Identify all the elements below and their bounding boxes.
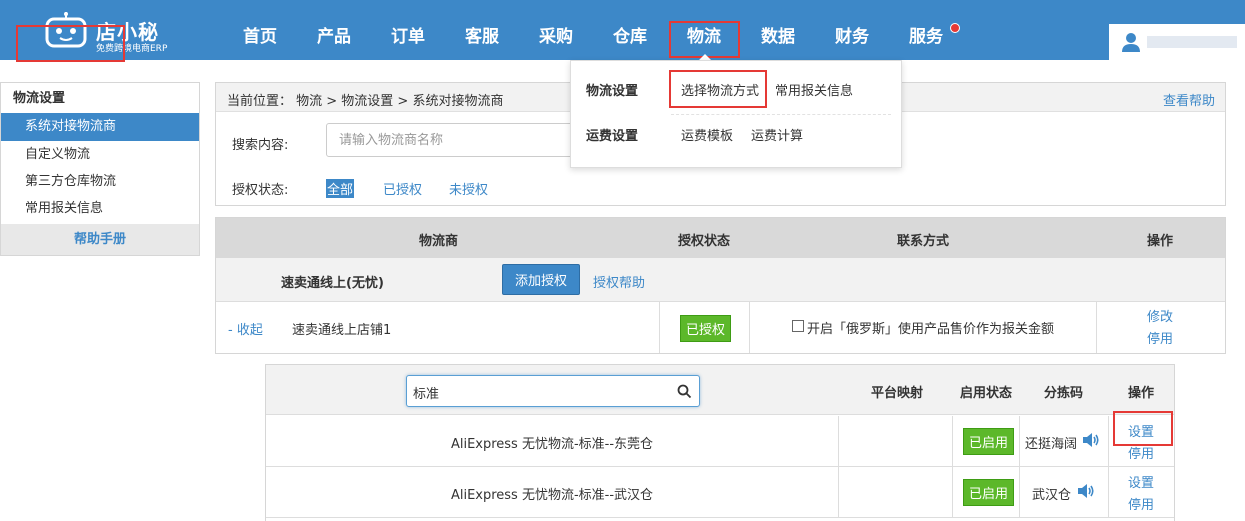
nav-purchasing[interactable]: 采购 xyxy=(519,22,593,47)
divider xyxy=(952,416,953,467)
enabled-badge: 已启用 xyxy=(963,428,1015,455)
carrier-row: 速卖通线上(无忧) 添加授权 授权帮助 xyxy=(216,258,1225,302)
service-search-box[interactable] xyxy=(406,375,700,407)
divider xyxy=(749,302,750,353)
add-authorization-button[interactable]: 添加授权 xyxy=(502,264,580,295)
dropdown-heading-shipping-fee: 运费设置 xyxy=(586,129,639,144)
divider xyxy=(1019,416,1020,467)
carrier-table-header: 物流商 授权状态 联系方式 操作 xyxy=(216,218,1225,258)
service-disable-link[interactable]: 停用 xyxy=(1128,494,1154,513)
speaker-icon[interactable] xyxy=(1076,481,1096,501)
service-name: AliExpress 无忧物流-标准--武汉仓 xyxy=(450,488,654,503)
nav-finance[interactable]: 财务 xyxy=(815,22,889,47)
store-row: - 收起 速卖通线上店铺1 已授权 开启「俄罗斯」使用产品售价作为报关金额 修改… xyxy=(216,302,1225,353)
nav-customer-service[interactable]: 客服 xyxy=(445,22,519,47)
table-row: AliExpress 无忧物流-标准--武汉仓 已启用 武汉仓 设置 停用 xyxy=(266,467,1174,518)
authorized-badge: 已授权 xyxy=(680,315,732,342)
disable-store-link[interactable]: 停用 xyxy=(1147,328,1173,347)
sort-code: 武汉仓 xyxy=(1032,488,1072,503)
divider xyxy=(1096,302,1097,353)
search-icon[interactable] xyxy=(677,384,692,399)
search-label: 搜索内容: xyxy=(232,138,289,153)
collapse-toggle[interactable]: - 收起 xyxy=(228,319,263,338)
nav-warehouse[interactable]: 仓库 xyxy=(593,22,667,47)
store-name: 速卖通线上店铺1 xyxy=(292,323,392,338)
col-platform-mapping: 平台映射 xyxy=(871,386,924,401)
col-contact: 联系方式 xyxy=(897,234,950,249)
service-table-header: 平台映射 启用状态 分拣码 操作 xyxy=(266,365,1174,415)
nav-data[interactable]: 数据 xyxy=(741,22,815,47)
menu-item-customs-info[interactable]: 常用报关信息 xyxy=(775,80,853,99)
user-menu[interactable] xyxy=(1109,24,1245,60)
divider xyxy=(1108,416,1109,467)
auth-filter-all[interactable]: 全部 xyxy=(326,179,355,198)
divider xyxy=(1108,467,1109,518)
russia-customs-label: 开启「俄罗斯」使用产品售价作为报关金额 xyxy=(807,322,1055,337)
enabled-badge: 已启用 xyxy=(963,479,1015,506)
sidebar-item-custom-logistics[interactable]: 自定义物流 xyxy=(1,141,199,169)
authorization-help-link[interactable]: 授权帮助 xyxy=(593,272,645,291)
menu-item-highlight xyxy=(669,70,767,108)
carrier-search-input[interactable] xyxy=(326,123,586,157)
sidebar-item-customs-info[interactable]: 常用报关信息 xyxy=(1,195,199,223)
service-search-input[interactable] xyxy=(413,382,673,402)
divider xyxy=(838,467,839,518)
speaker-icon[interactable] xyxy=(1081,430,1101,450)
edit-store-link[interactable]: 修改 xyxy=(1147,306,1173,325)
breadcrumb: 当前位置： 物流 > 物流设置 > 系统对接物流商 xyxy=(227,94,504,109)
settings-highlight xyxy=(1113,411,1173,446)
sort-code: 还挺海阔 xyxy=(1025,437,1078,452)
dropdown-heading-logistics-settings: 物流设置 xyxy=(586,84,639,99)
view-help-link[interactable]: 查看帮助 xyxy=(1163,90,1215,109)
col-enabled-status: 启用状态 xyxy=(960,386,1013,401)
divider xyxy=(952,467,953,518)
sidebar-title: 物流设置 xyxy=(13,91,66,106)
col-carrier: 物流商 xyxy=(419,234,459,249)
sidebar-item-system-carriers[interactable]: 系统对接物流商 xyxy=(1,113,199,141)
menu-item-fee-template[interactable]: 运费模板 xyxy=(681,125,733,144)
username-redacted xyxy=(1147,36,1237,48)
nav-logistics-highlight xyxy=(669,21,740,58)
col-actions: 操作 xyxy=(1147,234,1174,249)
notification-dot xyxy=(950,23,960,33)
auth-status-label: 授权状态: xyxy=(232,183,289,198)
table-row: AliExpress 无忧物流-标准--东莞仓 已启用 还挺海阔 设置 停用 xyxy=(266,416,1174,467)
divider xyxy=(1019,467,1020,518)
sidebar-active-highlight xyxy=(16,25,125,62)
service-table: 平台映射 启用状态 分拣码 操作 AliExpress 无忧物流-标准--东莞仓… xyxy=(265,364,1175,521)
divider xyxy=(659,302,660,353)
nav-home[interactable]: 首页 xyxy=(223,22,297,47)
top-navbar: 店小秘 免费跨境电商ERP 首页 产品 订单 客服 采购 仓库 物流 数据 财务… xyxy=(0,0,1245,61)
russia-customs-checkbox[interactable] xyxy=(792,320,804,332)
help-manual-link[interactable]: 帮助手册 xyxy=(1,224,199,255)
carrier-table: 物流商 授权状态 联系方式 操作 速卖通线上(无忧) 添加授权 授权帮助 - 收… xyxy=(215,217,1226,354)
user-icon xyxy=(1122,33,1140,52)
col-service-actions: 操作 xyxy=(1128,386,1155,401)
logistics-dropdown-menu: 物流设置 选择物流方式 常用报关信息 运费设置 运费模板 运费计算 xyxy=(570,60,902,168)
col-sort-code: 分拣码 xyxy=(1044,386,1084,401)
sidebar: 物流设置 系统对接物流商 自定义物流 第三方仓库物流 常用报关信息 帮助手册 xyxy=(0,82,200,256)
dropdown-divider xyxy=(671,114,891,115)
auth-filter-unauthorized[interactable]: 未授权 xyxy=(448,179,489,198)
service-settings-link[interactable]: 设置 xyxy=(1128,472,1154,491)
carrier-name: 速卖通线上(无忧) xyxy=(281,276,384,291)
divider xyxy=(838,416,839,467)
service-name: AliExpress 无忧物流-标准--东莞仓 xyxy=(450,437,654,452)
auth-filter-authorized[interactable]: 已授权 xyxy=(382,179,423,198)
menu-item-fee-calculator[interactable]: 运费计算 xyxy=(751,125,803,144)
nav-products[interactable]: 产品 xyxy=(297,22,371,47)
col-auth-status: 授权状态 xyxy=(678,234,731,249)
nav-orders[interactable]: 订单 xyxy=(371,22,445,47)
sidebar-item-third-party-warehouse[interactable]: 第三方仓库物流 xyxy=(1,168,199,196)
